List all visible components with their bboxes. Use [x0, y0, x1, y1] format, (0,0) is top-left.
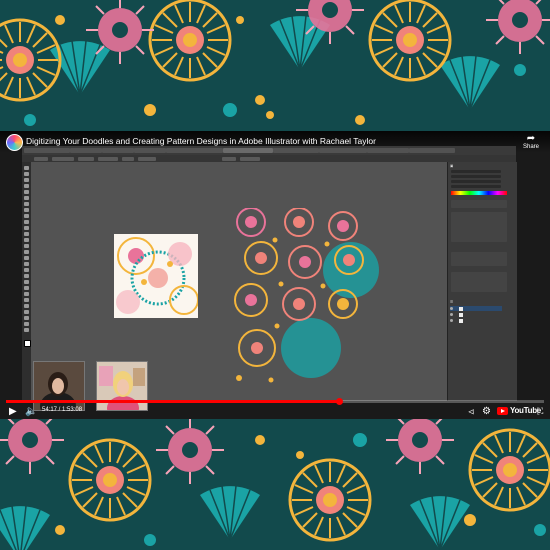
- control-chip: [34, 156, 48, 161]
- pencil-tool-icon: [24, 226, 29, 230]
- layer-row[interactable]: [450, 318, 502, 323]
- document-tab: [319, 148, 367, 153]
- play-icon[interactable]: ▶: [9, 405, 17, 418]
- zoom-tool-icon: [24, 328, 29, 332]
- align-panel: [451, 252, 507, 266]
- symbol-sprayer-icon: [24, 298, 29, 302]
- control-chip: [138, 156, 156, 161]
- slice-tool-icon: [24, 316, 29, 320]
- gradient-tool-icon: [24, 280, 29, 284]
- document-tab: [70, 148, 102, 153]
- swatches-panel: [451, 200, 507, 208]
- artboard-tool-icon: [24, 310, 29, 314]
- document-tab: [409, 148, 455, 153]
- layer-thumbnail: [459, 318, 463, 323]
- color-slider[interactable]: [451, 180, 501, 183]
- player-controls: ▶ 🔈 54:17 / 1:53:08 ⏿ ⚙ YouTube ⛶: [0, 404, 550, 419]
- layer-row[interactable]: [450, 312, 502, 317]
- shape-builder-icon: [24, 262, 29, 266]
- layer-thumbnail: [459, 306, 463, 311]
- line-tool-icon: [24, 208, 29, 212]
- rectangle-tool-icon: [24, 214, 29, 218]
- progress-fill: [6, 400, 340, 403]
- fill-swatch-icon: [24, 340, 31, 347]
- type-tool-icon: [24, 202, 29, 206]
- control-chip: [240, 156, 260, 161]
- scale-tool-icon: [24, 244, 29, 248]
- selection-tool-icon: [24, 166, 29, 170]
- visibility-eye-icon[interactable]: [450, 319, 453, 322]
- control-bar: [22, 155, 516, 162]
- right-panels: ▣ ☰: [447, 162, 517, 401]
- curvature-tool-icon: [24, 196, 29, 200]
- control-chip: [122, 156, 134, 161]
- lasso-tool-icon: [24, 184, 29, 188]
- layer-thumbnail: [459, 312, 463, 317]
- document-tab-active: [223, 148, 273, 153]
- rotate-tool-icon: [24, 238, 29, 242]
- control-chip: [98, 156, 118, 161]
- color-spectrum[interactable]: [451, 191, 507, 195]
- time-display: 54:17 / 1:53:08: [42, 407, 83, 413]
- canvas: [31, 162, 447, 401]
- document-tab: [24, 148, 70, 153]
- perspective-grid-icon: [24, 268, 29, 272]
- layer-row-selected[interactable]: [450, 306, 502, 311]
- mesh-tool-icon: [24, 274, 29, 278]
- panel-header-layers: ☰: [450, 300, 454, 304]
- share-button[interactable]: ➦ Share: [518, 133, 544, 150]
- share-label: Share: [522, 144, 539, 150]
- panel-header-color: ▣: [450, 164, 454, 168]
- visibility-eye-icon[interactable]: [450, 307, 453, 310]
- control-chip: [222, 156, 236, 161]
- direct-selection-tool-icon: [24, 172, 29, 176]
- video-player[interactable]: Digitizing Your Doodles and Creating Pat…: [0, 131, 550, 419]
- eyedropper-icon: [24, 286, 29, 290]
- paintbrush-tool-icon: [24, 220, 29, 224]
- color-slider[interactable]: [451, 175, 501, 178]
- document-tab: [102, 148, 134, 153]
- blend-tool-icon: [24, 292, 29, 296]
- progress-bar[interactable]: [6, 398, 544, 405]
- eraser-tool-icon: [24, 232, 29, 236]
- tools-panel: [22, 162, 31, 401]
- pattern-tile-artwork: [234, 208, 379, 383]
- video-title[interactable]: Digitizing Your Doodles and Creating Pat…: [26, 136, 376, 146]
- visibility-eye-icon[interactable]: [450, 313, 453, 316]
- channel-avatar[interactable]: [6, 134, 23, 151]
- hand-tool-icon: [24, 322, 29, 326]
- gear-icon[interactable]: ⚙: [482, 405, 491, 418]
- width-tool-icon: [24, 250, 29, 254]
- document-tab-bar: [22, 146, 516, 155]
- graph-tool-icon: [24, 304, 29, 308]
- share-icon: ➦: [526, 133, 536, 144]
- pattern-preview: [116, 237, 198, 315]
- color-slider[interactable]: [451, 185, 501, 188]
- document-tab: [166, 148, 223, 153]
- transform-panel: [451, 272, 507, 292]
- magic-wand-icon: [24, 178, 29, 182]
- document-tab: [367, 148, 409, 153]
- volume-icon[interactable]: 🔈: [25, 405, 37, 418]
- control-chip: [52, 156, 74, 161]
- document-tab: [273, 148, 319, 153]
- fullscreen-icon[interactable]: ⛶: [537, 405, 543, 418]
- appearance-panel: [451, 212, 507, 242]
- control-chip: [78, 156, 94, 161]
- color-slider[interactable]: [451, 170, 501, 173]
- captions-icon[interactable]: ⏿: [468, 405, 474, 418]
- pen-tool-icon: [24, 190, 29, 194]
- free-transform-icon: [24, 256, 29, 260]
- youtube-play-glyph: [501, 409, 505, 413]
- document-tab: [134, 148, 166, 153]
- artboard-preview: [114, 234, 198, 318]
